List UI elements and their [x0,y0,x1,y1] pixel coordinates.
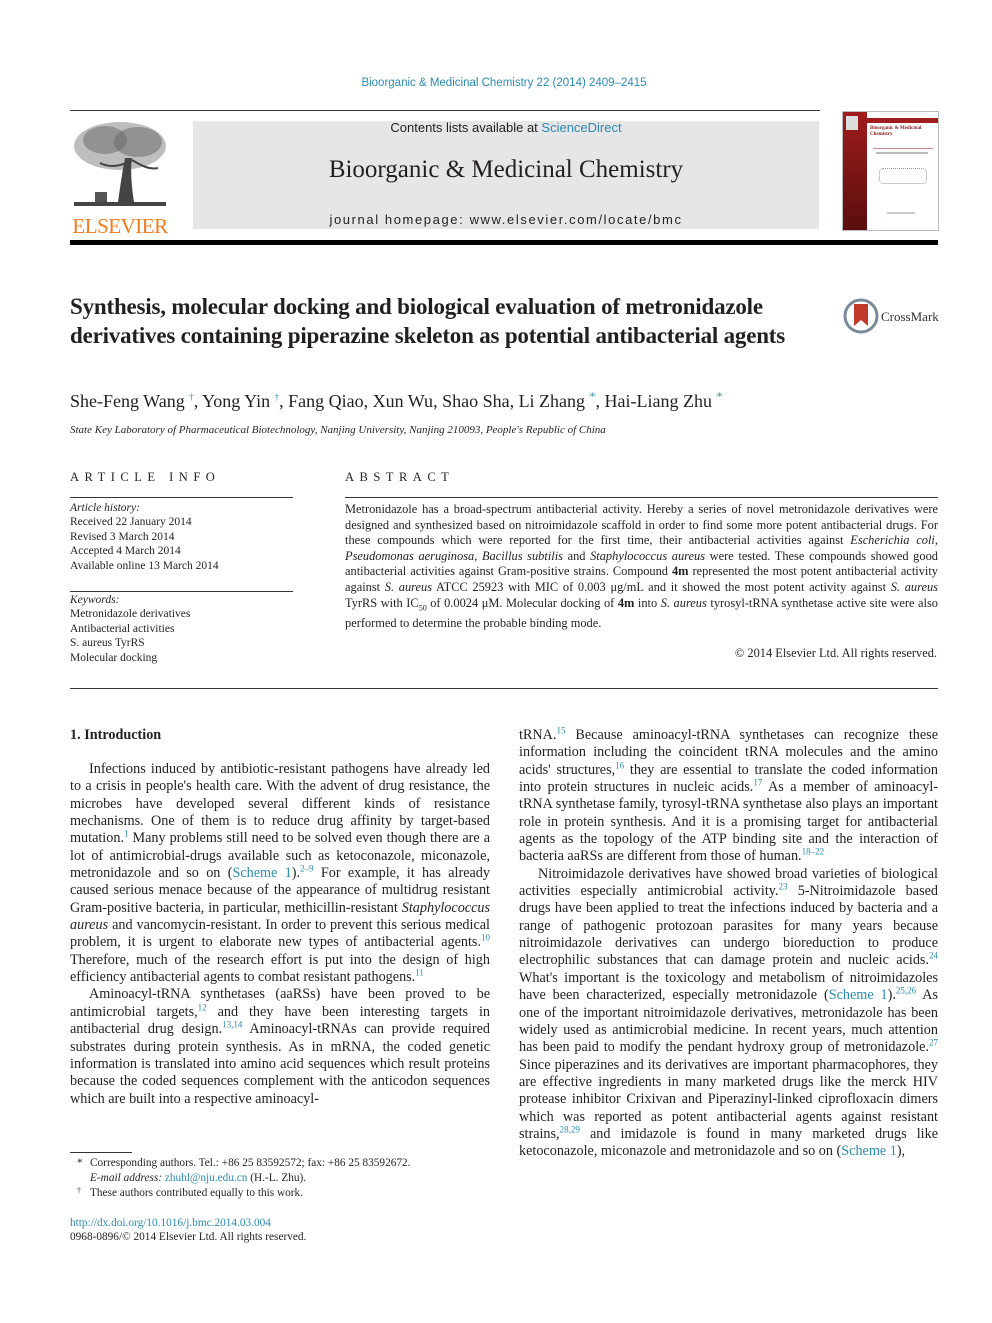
reference-link[interactable]: 28,29 [560,1124,580,1134]
contents-line: Contents lists available at ScienceDirec… [193,120,819,135]
keywords-label: Keywords: [70,594,120,606]
history-item: Accepted 4 March 2014 [70,545,181,558]
corresponding-author-mark[interactable]: * [717,389,723,403]
author[interactable]: Xun Wu [373,391,433,411]
author[interactable]: Shao Sha [442,391,510,411]
reference-link[interactable]: 2–9 [300,863,314,873]
article-history: Article history: Received 22 January 201… [70,501,219,573]
article-title: Synthesis, molecular docking and biologi… [70,294,786,348]
keywords: Keywords: Metronidazole derivatives Anti… [70,593,190,665]
keyword: Metronidazole derivatives [70,608,191,621]
history-label: Article history: [70,502,140,514]
reference-link[interactable]: 17 [753,777,762,787]
contents-prefix: Contents lists available at [390,120,542,135]
email-suffix: (H.-L. Zhu). [247,1172,307,1185]
equal-contribution-footnote: † These authors contributed equally to th… [70,1186,411,1201]
header-thick-rule [70,240,938,245]
reference-link[interactable]: 18–22 [802,847,825,857]
issn-copyright: 0968-0896/© 2014 Elsevier Ltd. All right… [70,1231,307,1243]
body-column-left: 1. Introduction Infections induced by an… [70,727,490,1108]
cover-title: Bioorganic & Medicinal Chemistry [870,126,922,137]
author[interactable]: Hai-Liang Zhu [605,391,712,411]
cover-divider [873,148,933,149]
history-item: Available online 13 March 2014 [70,559,219,572]
author[interactable]: Li Zhang [519,391,585,411]
reference-link[interactable]: 13,14 [222,1019,242,1029]
author[interactable]: Yong Yin [202,391,270,411]
corresponding-footnote: * Corresponding authors. Tel.: +86 25 835… [70,1156,411,1171]
author-equal-contribution-mark[interactable]: † [275,392,280,402]
section-heading: 1. Introduction [70,727,162,743]
keywords-rule [70,591,293,592]
footnote-mark: † [77,1186,81,1196]
homepage-url-link[interactable]: www.elsevier.com/locate/bmc [470,212,683,227]
keyword: Antibacterial activities [70,622,175,635]
author-list: She-Feng Wang †, Yong Yin †, Fang Qiao, … [70,389,723,411]
reference-link[interactable]: 16 [615,760,624,770]
abstract-body: Metronidazole has a broad-spectrum antib… [345,502,939,630]
reference-link[interactable]: 25,26 [896,985,916,995]
cover-logo-icon [846,116,858,130]
footnote-text: Corresponding authors. Tel.: +86 25 8359… [90,1157,411,1169]
crossmark-icon [843,298,879,334]
elsevier-tree-icon [74,122,166,206]
cover-molecule-graphic [879,168,927,184]
reference-link[interactable]: 27 [929,1037,938,1047]
elsevier-wordmark: ELSEVIER [72,214,168,238]
journal-cover-thumbnail[interactable]: Bioorganic & Medicinal Chemistry [842,111,939,231]
paragraph: Aminoacyl-tRNA synthetases (aaRSs) have … [70,986,491,1107]
article-info-heading: ARTICLE INFO [70,470,221,484]
paragraph-continuation: tRNA.15 Because aminoacyl-tRNA synthetas… [519,725,938,865]
footnote-mark: * [77,1157,83,1169]
scheme-link[interactable]: Scheme 1 [841,1143,897,1159]
reference-link[interactable]: 11 [415,967,424,977]
history-item: Received 22 January 2014 [70,516,192,529]
abstract-heading: ABSTRACT [345,470,455,484]
crossmark-button[interactable]: CrossMark [843,298,943,334]
body-column-right: tRNA.15 Because aminoacyl-tRNA synthetas… [519,725,938,1161]
affiliation: State Key Laboratory of Pharmaceutical B… [70,424,606,436]
reference-link[interactable]: 24 [929,951,938,961]
cover-footer-line [887,212,915,214]
paragraph: Infections induced by antibiotic-resista… [70,761,490,986]
reference-link[interactable]: 12 [198,1002,207,1012]
author-equal-contribution-mark[interactable]: † [189,392,194,402]
header-rule [70,110,820,111]
email-label: E-mail address: [90,1172,165,1185]
doi-link[interactable]: http://dx.doi.org/10.1016/j.bmc.2014.03.… [70,1217,271,1229]
scheme-link[interactable]: Scheme 1 [232,865,291,881]
footnotes: * Corresponding authors. Tel.: +86 25 835… [70,1156,411,1202]
keyword: Molecular docking [70,651,158,664]
author[interactable]: She-Feng Wang [70,391,185,411]
email-link[interactable]: zhuhl@nju.edu.cn [165,1172,248,1184]
corresponding-author-mark[interactable]: * [590,389,596,403]
cover-top-bar [867,118,938,123]
footnote-text: These authors contributed equally to thi… [90,1187,304,1200]
article-info-rule [70,497,293,498]
journal-homepage: journal homepage: www.elsevier.com/locat… [193,212,819,227]
elsevier-logo: ELSEVIER [70,118,170,237]
crossmark-label: CrossMark [881,309,939,324]
keyword: S. aureus TyrRS [70,637,145,650]
email-footnote: E-mail address: zhuhl@nju.edu.cn (H.-L. … [70,1171,411,1186]
journal-reference-link[interactable]: Bioorganic & Medicinal Chemistry 22 (201… [0,77,992,89]
abstract-copyright: © 2014 Elsevier Ltd. All rights reserved… [734,646,937,660]
homepage-label: journal homepage: [329,212,470,227]
journal-title: Bioorganic & Medicinal Chemistry [328,156,684,183]
paragraph: Nitroimidazole derivatives have showed b… [519,865,938,1160]
sciencedirect-link[interactable]: ScienceDirect [541,120,621,135]
reference-link[interactable]: 10 [481,933,490,943]
cover-text-line [876,152,928,154]
author[interactable]: Fang Qiao [288,391,364,411]
abstract-rule [345,497,938,498]
footnote-rule [70,1152,132,1153]
history-item: Revised 3 March 2014 [70,530,175,543]
scheme-link[interactable]: Scheme 1 [829,987,888,1003]
section-rule [70,688,938,689]
